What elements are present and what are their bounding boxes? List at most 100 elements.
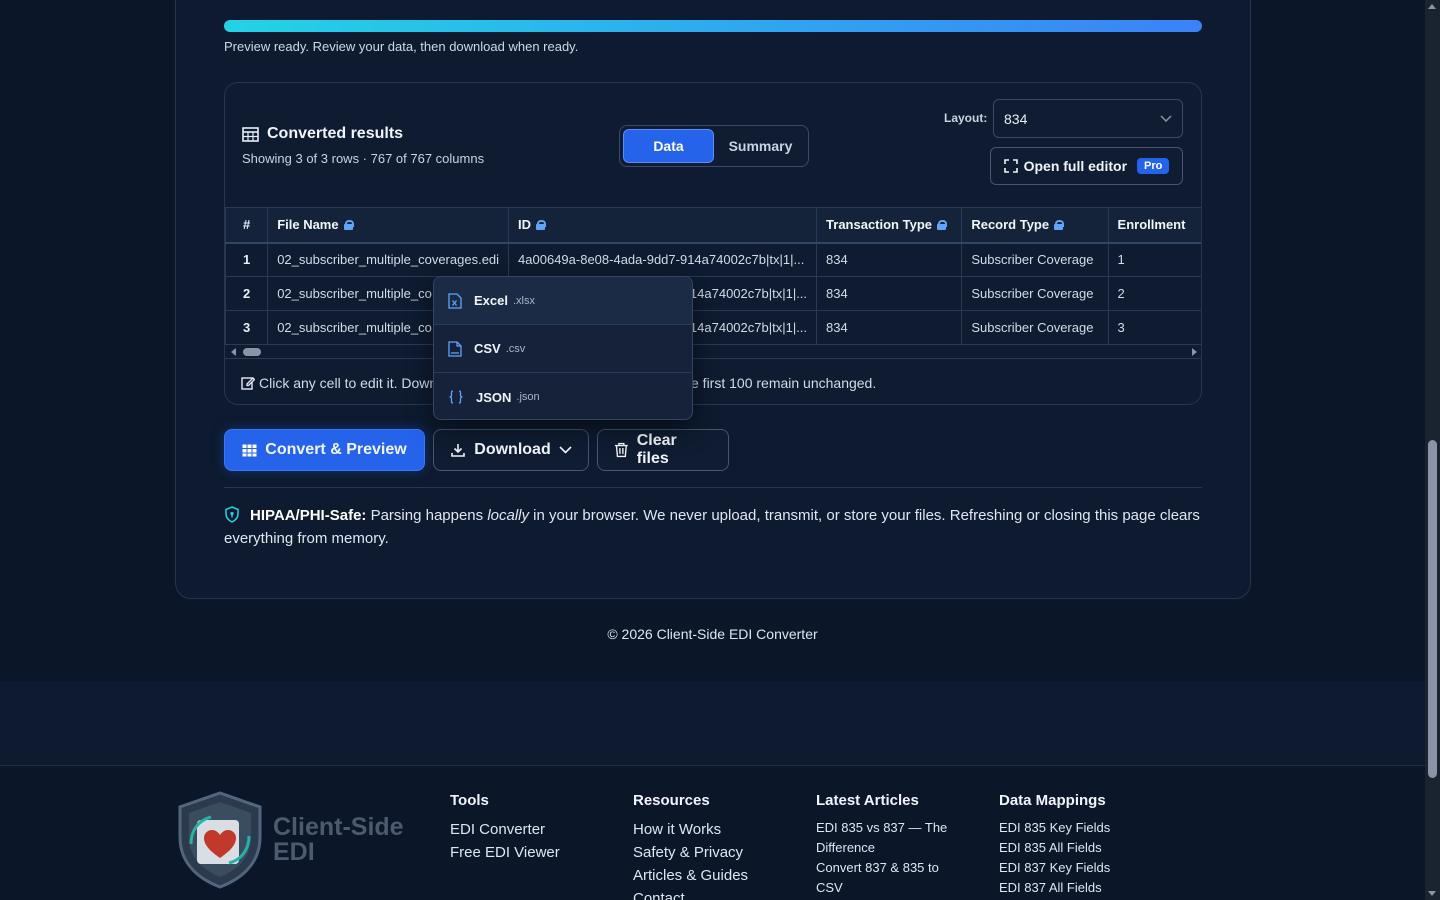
table-icon — [242, 126, 259, 142]
json-braces-icon — [449, 390, 463, 404]
scroll-left-arrow-icon[interactable] — [231, 348, 236, 356]
table-cell[interactable]: 3 — [1107, 310, 1201, 345]
table-cell[interactable]: 1 — [1107, 242, 1201, 277]
view-toggle: Data Summary — [619, 125, 809, 167]
open-full-editor-button[interactable]: Open full editor Pro — [990, 147, 1183, 185]
grid-icon — [242, 444, 257, 456]
csv-file-icon — [448, 340, 462, 357]
footer-link-how-it-works[interactable]: How it Works — [633, 818, 748, 841]
table-cell[interactable]: 02_subscriber_multiple_coverages.edi — [267, 242, 510, 277]
lock-icon — [937, 220, 947, 231]
table-cell[interactable]: Subscriber Coverage — [961, 310, 1109, 345]
row-index: 3 — [225, 310, 269, 345]
footer-link-837-key-fields[interactable]: EDI 837 Key Fields — [999, 858, 1110, 878]
column-header-label: Record Type — [971, 217, 1050, 233]
footer-link-835-key-fields[interactable]: EDI 835 Key Fields — [999, 818, 1110, 838]
shield-heart-logo-icon — [178, 791, 262, 889]
open-full-editor-label: Open full editor — [1023, 158, 1128, 174]
column-header-label: File Name — [277, 217, 339, 233]
footer-link-edi-converter[interactable]: EDI Converter — [450, 818, 560, 841]
scroll-down-arrow-icon[interactable] — [1428, 891, 1436, 896]
option-extension: .json — [516, 391, 540, 403]
footer-column-title: Resources — [633, 792, 710, 809]
footer-band — [0, 681, 1425, 765]
convert-preview-label: Convert & Preview — [265, 441, 407, 458]
table-row: 1 02_subscriber_multiple_coverages.edi 4… — [225, 242, 1201, 277]
chevron-down-icon — [1160, 114, 1172, 122]
footer-column-title: Tools — [450, 792, 489, 809]
excel-file-icon — [448, 292, 462, 309]
results-title: Converted results — [242, 125, 403, 143]
table-cell[interactable]: 834 — [816, 276, 963, 311]
progress-bar — [224, 20, 1202, 32]
footer-link-safety-privacy[interactable]: Safety & Privacy — [633, 841, 748, 864]
action-bar: Convert & Preview Download Clear files — [224, 429, 729, 471]
footer-link-837-all-fields[interactable]: EDI 837 All Fields — [999, 878, 1110, 898]
scroll-up-arrow-icon[interactable] — [1428, 4, 1436, 9]
footer-link-835-all-fields[interactable]: EDI 835 All Fields — [999, 838, 1110, 858]
horizontal-scrollbar[interactable] — [225, 345, 1201, 359]
results-table: # File Name ID Transaction Type Record T… — [225, 207, 1201, 345]
vertical-scrollbar[interactable] — [1425, 0, 1440, 900]
row-index: 2 — [225, 276, 269, 311]
download-label: Download — [474, 441, 551, 458]
chevron-down-icon — [559, 446, 572, 454]
column-header-record-type[interactable]: Record Type — [961, 207, 1109, 244]
section-divider — [224, 487, 1202, 488]
footer-column-data-mappings: Data Mappings EDI 835 Key Fields EDI 835… — [999, 792, 1110, 898]
results-subtitle: Showing 3 of 3 rows · 767 of 767 columns — [242, 151, 485, 166]
hipaa-notice: HIPAA/PHI-Safe: Parsing happens locally … — [224, 504, 1202, 550]
footer-link-article-convert-csv[interactable]: Convert 837 & 835 to CSV — [816, 858, 966, 898]
column-header-transaction-type[interactable]: Transaction Type — [816, 207, 963, 244]
footer-link-contact[interactable]: Contact — [633, 887, 748, 900]
tab-summary[interactable]: Summary — [716, 129, 805, 163]
tab-data[interactable]: Data — [623, 129, 714, 163]
footer-link-articles-guides[interactable]: Articles & Guides — [633, 864, 748, 887]
column-header-label: Transaction Type — [826, 217, 932, 233]
convert-preview-button[interactable]: Convert & Preview — [224, 429, 425, 471]
column-header-id[interactable]: ID — [508, 207, 818, 244]
footer-link-free-edi-viewer[interactable]: Free EDI Viewer — [450, 841, 560, 864]
hipaa-text-start: Parsing happens — [366, 507, 488, 524]
layout-label: Layout: — [944, 111, 988, 125]
download-option-excel[interactable]: Excel .xlsx — [434, 277, 692, 325]
footer-column-articles: Latest Articles EDI 835 vs 837 — The Dif… — [816, 792, 966, 898]
scroll-right-arrow-icon[interactable] — [1192, 348, 1197, 356]
column-header-label: ID — [518, 217, 532, 233]
table-cell[interactable]: Subscriber Coverage — [961, 276, 1109, 311]
edit-hint-text: Click any cell to edit it. Down — [259, 375, 438, 391]
download-option-json[interactable]: JSON .json — [434, 373, 692, 419]
column-header-file-name[interactable]: File Name — [267, 207, 510, 244]
lock-icon — [536, 220, 547, 231]
site-footer: Client-Side EDI Tools EDI Converter Free… — [0, 765, 1425, 900]
table-cell[interactable]: 4a00649a-8e08-4ada-9dd7-914a74002c7b|tx|… — [508, 242, 818, 277]
table-cell[interactable]: 834 — [816, 310, 963, 345]
trash-icon — [614, 442, 628, 458]
clear-files-button[interactable]: Clear files — [597, 429, 729, 471]
option-label: JSON — [476, 389, 512, 405]
footer-link-article-835-vs-837[interactable]: EDI 835 vs 837 — The Difference — [816, 818, 966, 858]
table-header-row: # File Name ID Transaction Type Record T… — [225, 207, 1201, 244]
table-cell[interactable]: 2 — [1107, 276, 1201, 311]
vertical-scroll-thumb[interactable] — [1428, 440, 1437, 778]
logo-line-1: Client-Side — [273, 813, 404, 841]
download-button[interactable]: Download — [433, 429, 589, 471]
option-label: Excel — [474, 293, 508, 308]
download-option-csv[interactable]: CSV .csv — [434, 325, 692, 373]
horizontal-scroll-thumb[interactable] — [243, 348, 261, 356]
shield-icon — [225, 506, 239, 523]
table-cell[interactable]: 834 — [816, 242, 963, 277]
expand-icon — [1003, 159, 1018, 173]
hipaa-text-emphasis: locally — [487, 507, 530, 524]
column-header-enrollment[interactable]: Enrollment — [1107, 207, 1201, 244]
table-cell[interactable]: Subscriber Coverage — [961, 242, 1109, 277]
progress-status: Preview ready. Review your data, then do… — [224, 39, 579, 54]
table-row: 2 02_subscriber_multiple_co 14a74002c7b|… — [225, 276, 1201, 311]
layout-value: 834 — [1004, 110, 1028, 127]
footer-logo[interactable]: Client-Side EDI — [175, 790, 404, 890]
lock-icon — [343, 220, 354, 231]
edit-hint: Click any cell to edit it. Down — [241, 375, 437, 391]
results-panel: Converted results Showing 3 of 3 rows · … — [224, 82, 1202, 405]
copyright: © 2026 Client-Side EDI Converter — [607, 626, 818, 642]
layout-select[interactable]: 834 — [993, 99, 1183, 138]
